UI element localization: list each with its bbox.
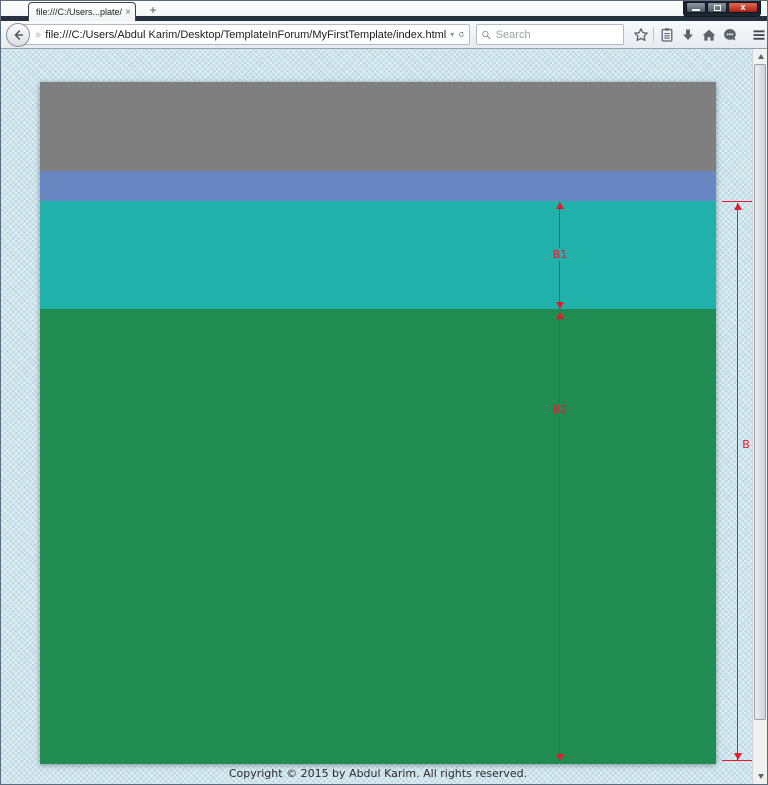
- menu-button[interactable]: [748, 24, 768, 46]
- window-controls: x: [683, 1, 761, 17]
- search-box[interactable]: [476, 24, 624, 45]
- b-total-tick-top: [722, 201, 753, 202]
- home-button[interactable]: [698, 24, 719, 46]
- b2-dimension-line: [559, 312, 560, 761]
- navigation-toolbar: file:///C:/Users/Abdul Karim/Desktop/Tem…: [1, 21, 767, 49]
- bookmarks-clipboard-icon: [661, 27, 672, 42]
- reload-icon[interactable]: [458, 28, 465, 41]
- chat-bubble-icon: [723, 28, 736, 40]
- toolbar-icons: [630, 24, 768, 46]
- browser-tab[interactable]: file:///C:/Users...plate/index.html ×: [28, 2, 136, 21]
- scroll-up-icon: [757, 54, 764, 59]
- minimize-button[interactable]: [686, 2, 706, 13]
- restore-icon: [713, 4, 721, 11]
- back-button[interactable]: [6, 22, 30, 47]
- b2-arrowhead-bottom: [556, 754, 564, 761]
- b2-label: B2: [548, 403, 572, 416]
- toolbar-separator: [653, 26, 654, 43]
- hamburger-menu-icon: [753, 29, 764, 40]
- minimize-icon: [692, 8, 700, 11]
- b-total-arrowhead-bottom: [734, 753, 742, 760]
- close-icon: x: [740, 2, 746, 12]
- page-header-block: [40, 82, 716, 171]
- scroll-down-button[interactable]: [753, 769, 767, 784]
- browser-window: file:///C:/Users...plate/index.html × + …: [0, 0, 768, 785]
- page-nav-block: [40, 171, 716, 201]
- restore-button[interactable]: [707, 2, 727, 13]
- page-section-b1-block: [40, 201, 716, 309]
- globe-icon: [35, 32, 41, 37]
- b-total-arrowhead-top: [734, 203, 742, 210]
- search-icon: [482, 30, 491, 39]
- scroll-up-button[interactable]: [753, 49, 767, 64]
- url-input[interactable]: file:///C:/Users/Abdul Karim/Desktop/Tem…: [45, 29, 446, 41]
- star-icon: [633, 27, 648, 41]
- copyright-text: Copyright © 2015 by Abdul Karim. All rig…: [228, 767, 528, 780]
- page-content-card: [40, 82, 716, 764]
- bookmark-star-button[interactable]: [630, 24, 651, 46]
- close-button[interactable]: x: [728, 2, 758, 13]
- hello-button[interactable]: [719, 24, 740, 46]
- bookmarks-menu-button[interactable]: [656, 24, 677, 46]
- downloads-button[interactable]: [677, 24, 698, 46]
- tab-close-icon[interactable]: ×: [125, 4, 131, 21]
- vertical-scrollbar[interactable]: [752, 49, 767, 784]
- back-arrow-icon: [14, 29, 24, 40]
- url-bar[interactable]: file:///C:/Users/Abdul Karim/Desktop/Tem…: [18, 24, 470, 45]
- titlebar: file:///C:/Users...plate/index.html × + …: [1, 1, 767, 21]
- b-total-tick-bottom: [722, 760, 753, 761]
- download-arrow-icon: [682, 29, 693, 40]
- page-viewport: Copyright © 2015 by Abdul Karim. All rig…: [1, 49, 767, 784]
- b1-label: B1: [548, 248, 572, 261]
- scroll-down-icon: [757, 774, 764, 779]
- b1-arrowhead-top: [556, 202, 564, 209]
- b1-arrowhead-bottom: [556, 302, 564, 309]
- b2-arrowhead-top: [556, 312, 564, 319]
- new-tab-button[interactable]: +: [142, 4, 164, 17]
- home-icon: [702, 29, 715, 41]
- url-dropdown-icon[interactable]: ▾: [446, 30, 458, 39]
- scrollbar-thumb[interactable]: [754, 64, 766, 720]
- search-input[interactable]: [495, 28, 619, 41]
- page-section-b2-block: [40, 309, 716, 764]
- b-total-dimension-line: [737, 203, 738, 760]
- tab-title: file:///C:/Users...plate/index.html: [36, 6, 123, 17]
